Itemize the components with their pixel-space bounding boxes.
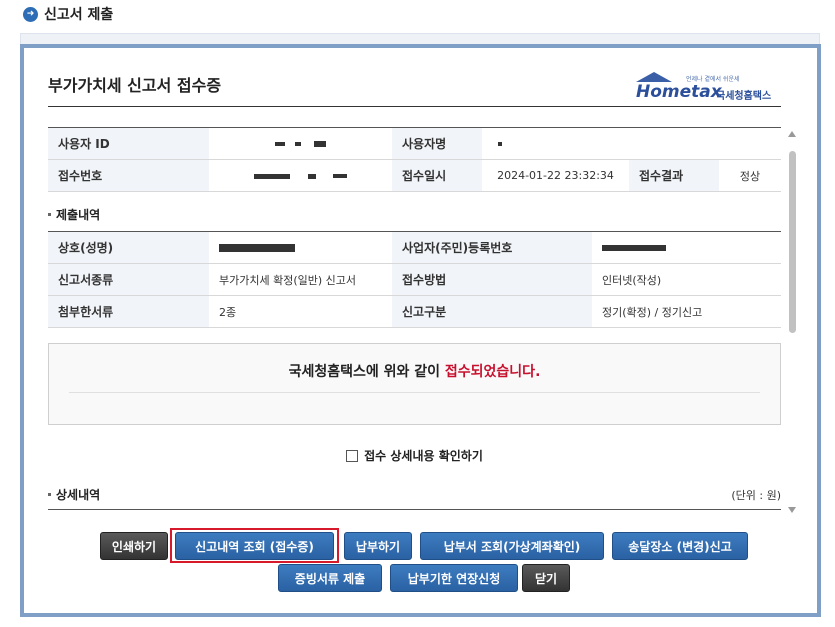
title-divider: [48, 106, 781, 107]
receipt-message: 국세청홈택스에 위와 같이 접수되었습니다.: [49, 361, 780, 381]
receipt-result-value: 정상: [719, 159, 781, 192]
submission-section-title: 제출내역: [48, 206, 781, 223]
redacted-mark: [333, 174, 347, 178]
pay-button[interactable]: 납부하기: [344, 532, 412, 560]
message-prefix: 국세청홈택스에 위와 같이: [288, 364, 445, 380]
house-roof-icon: [636, 72, 672, 82]
table-row: 접수번호 접수일시 2024-01-22 23:32:34 접수결과 정상: [48, 159, 781, 192]
message-highlight: 접수되었습니다.: [444, 364, 541, 380]
logo-brand: Hometax: [636, 82, 722, 102]
user-name-value-masked: [482, 127, 781, 160]
message-divider: [69, 392, 760, 393]
bullet-icon: [48, 213, 51, 216]
submission-table: 상호(성명) 사업자(주민)등록번호 신고서종류 부가가치세 확정(일반) 신고…: [48, 231, 781, 328]
submission-section-label: 제출내역: [56, 208, 101, 222]
method-label: 접수방법: [392, 263, 592, 296]
receipt-no-label: 접수번호: [48, 159, 209, 192]
receipt-time-label: 접수일시: [392, 159, 482, 192]
extension-request-button[interactable]: 납부기한 연장신청: [390, 564, 518, 592]
redacted-mark: [275, 142, 285, 146]
form-type-label: 신고서종류: [48, 263, 209, 296]
detail-section-label: 상세내역: [56, 488, 101, 502]
attach-label: 첨부한서류: [48, 295, 209, 328]
company-label: 상호(성명): [48, 231, 209, 264]
receipt-result-label: 접수결과: [629, 159, 719, 192]
redacted-mark: [254, 173, 290, 179]
detail-table-top-rule: [48, 509, 781, 510]
logo-brand-kr: 국세청홈택스: [716, 91, 772, 102]
table-row: 상호(성명) 사업자(주민)등록번호: [48, 231, 781, 264]
lookup-receipt-button[interactable]: 신고내역 조회 (접수증): [175, 532, 334, 560]
close-button[interactable]: 닫기: [522, 564, 570, 592]
receipt-no-value-masked: [209, 159, 392, 192]
redacted-mark: [498, 142, 502, 146]
vertical-scrollbar[interactable]: [786, 127, 798, 517]
attach-value: 2종: [209, 295, 392, 328]
hometax-logo: 언제나 곁에서 쉬운세 Hometax 국세청홈택스: [636, 72, 786, 106]
table-row: 신고서종류 부가가치세 확정(일반) 신고서 접수방법 인터넷(작성): [48, 263, 781, 296]
user-id-label: 사용자 ID: [48, 127, 209, 160]
evidence-submit-button[interactable]: 증빙서류 제출: [278, 564, 382, 592]
scroll-down-arrow-icon[interactable]: [788, 507, 796, 513]
detail-section-header: 상세내역 (단위 : 원): [48, 486, 781, 503]
page-header: ➜ 신고서 제출: [23, 4, 113, 24]
method-value: 인터넷(작성): [592, 263, 781, 296]
scroll-up-arrow-icon[interactable]: [788, 131, 796, 137]
scroll-thumb[interactable]: [789, 151, 796, 333]
user-id-value-masked: [209, 127, 392, 160]
receipt-window: 부가가치세 신고서 접수증 언제나 곁에서 쉬운세 Hometax 국세청홈택스…: [20, 44, 821, 617]
unit-label: (단위 : 원): [731, 488, 781, 502]
biz-no-label: 사업자(주민)등록번호: [392, 231, 592, 264]
category-value: 정기(확정) / 정기신고: [592, 295, 781, 328]
redacted-mark: [602, 245, 666, 251]
bullet-icon: [48, 493, 51, 496]
company-value-masked: [209, 231, 392, 264]
table-row: 사용자 ID 사용자명: [48, 127, 781, 160]
page-title: 신고서 제출: [44, 7, 114, 23]
payment-slip-button[interactable]: 납부서 조회(가상계좌확인): [420, 532, 604, 560]
detail-check-row[interactable]: 접수 상세내용 확인하기: [48, 447, 781, 464]
user-name-label: 사용자명: [392, 127, 482, 160]
arrow-right-circle-icon: ➜: [23, 6, 38, 22]
biz-no-value-masked: [592, 231, 781, 264]
detail-check-label[interactable]: 접수 상세내용 확인하기: [364, 447, 483, 464]
receipt-time-value: 2024-01-22 23:32:34: [482, 159, 629, 192]
table-row: 첨부한서류 2종 신고구분 정기(확정) / 정기신고: [48, 295, 781, 328]
print-button[interactable]: 인쇄하기: [100, 532, 168, 560]
redacted-mark: [219, 244, 295, 252]
category-label: 신고구분: [392, 295, 592, 328]
detail-checkbox[interactable]: [346, 449, 359, 462]
redacted-mark: [307, 173, 316, 179]
receipt-message-box: 국세청홈택스에 위와 같이 접수되었습니다.: [48, 343, 781, 425]
user-info-table: 사용자 ID 사용자명 접수번호 접수일시 2024-01-22 23:32:3…: [48, 127, 781, 192]
detail-section-title: 상세내역: [48, 486, 100, 503]
form-type-value: 부가가치세 확정(일반) 신고서: [209, 263, 392, 296]
redacted-mark: [314, 141, 326, 147]
delivery-address-button[interactable]: 송달장소 (변경)신고: [612, 532, 748, 560]
redacted-mark: [294, 142, 301, 146]
scroll-content: 사용자 ID 사용자명 접수번호 접수일시 2024-01-22 23:32:3…: [48, 127, 781, 515]
document-title: 부가가치세 신고서 접수증: [48, 76, 222, 95]
